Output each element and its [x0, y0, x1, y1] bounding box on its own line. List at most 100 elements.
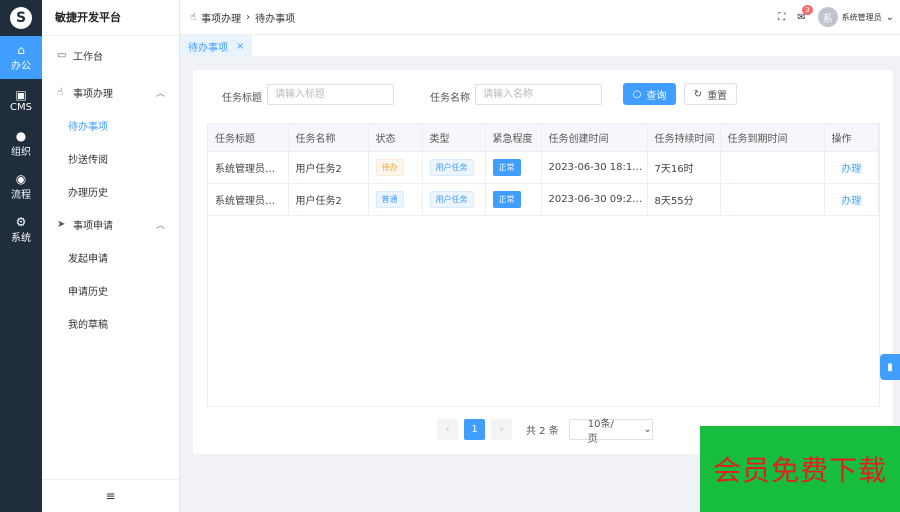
urgency-badge: 正常: [492, 190, 521, 208]
sidebar-item-apply-history[interactable]: 申请历史: [42, 274, 179, 307]
user-name[interactable]: 系统管理员: [842, 12, 882, 23]
reset-button[interactable]: ↻ 重置: [684, 83, 737, 105]
hand-icon: ☝: [190, 11, 197, 23]
sidebar-item-workbench[interactable]: ▭ 工作台: [42, 39, 179, 72]
cell-urgency: 正常: [485, 151, 542, 184]
settings-float-button[interactable]: ▮: [880, 354, 900, 380]
cell-urgency: 正常: [485, 183, 542, 216]
column-header: 任务创建时间: [541, 124, 648, 152]
handle-link[interactable]: 办理: [824, 151, 879, 184]
tab-bar: 待办事项 ×: [180, 35, 900, 57]
name-label: 任务名称: [430, 93, 470, 104]
avatar[interactable]: 系: [817, 7, 838, 27]
cell-name: 用户任务2: [288, 183, 369, 216]
send-icon: ➤: [57, 219, 66, 230]
monitor-icon: ▭: [57, 50, 67, 61]
app-rail: S ⌂ 办公 ▣ CMS ● 组织 ◉ 流程 ⚙ 系统: [0, 0, 42, 512]
task-table: 任务标题 任务名称 状态 类型 紧急程度 任务创建时间 任务持续时间 任务到期时…: [207, 123, 880, 407]
hand-icon: ☝: [57, 87, 64, 98]
app-logo[interactable]: S: [0, 0, 42, 36]
cell-due: [720, 183, 825, 216]
breadcrumb: ☝ 事项办理 › 待办事项: [190, 10, 295, 25]
chevron-down-icon: ⌄: [643, 424, 652, 435]
sidebar-item-drafts[interactable]: 我的草稿: [42, 307, 179, 340]
table-header: 任务标题 任务名称 状态 类型 紧急程度 任务创建时间 任务持续时间 任务到期时…: [208, 124, 879, 152]
pagination: ‹ 1 › 共 2 条 10条/页 ⌄: [437, 419, 653, 445]
rail-item-office[interactable]: ⌂ 办公: [0, 36, 42, 79]
sidebar-group-apply[interactable]: ➤ 事项申请 ︿: [42, 208, 179, 241]
cell-type: 用户任务: [422, 151, 486, 184]
cell-name: 用户任务2: [288, 151, 369, 184]
column-header: 任务持续时间: [647, 124, 721, 152]
close-icon[interactable]: ×: [236, 41, 244, 52]
chevron-down-icon[interactable]: ⌄: [886, 12, 894, 23]
column-header: 状态: [368, 124, 423, 152]
search-icon: ○: [632, 88, 642, 100]
rail-item-system[interactable]: ⚙ 系统: [0, 208, 42, 251]
sidebar: 敏捷开发平台 ▭ 工作台 ☝ 事项办理 ︿ 待办事项 抄送传阅 办理历史 ➤ 事项申请 ︿…: [42, 0, 180, 512]
rail-item-org[interactable]: ● 组织: [0, 122, 42, 165]
cell-type: 用户任务: [422, 183, 486, 216]
column-header: 操作: [824, 124, 879, 152]
sidebar-item-cc[interactable]: 抄送传阅: [42, 142, 179, 175]
cell-title: 系统管理员…: [208, 151, 289, 184]
status-badge: 待办: [375, 158, 404, 176]
notification-badge: 3: [802, 4, 813, 15]
cell-created: 2023-06-30 09:22:19: [541, 183, 648, 216]
type-badge: 用户任务: [429, 158, 474, 176]
gear-icon: ⚙: [15, 215, 27, 229]
page-number[interactable]: 1: [464, 419, 485, 440]
sidebar-item-todo[interactable]: 待办事项: [42, 109, 179, 142]
status-badge: 普通: [375, 190, 404, 208]
breadcrumb-item[interactable]: 事项办理: [201, 10, 241, 25]
name-input[interactable]: [475, 84, 602, 105]
rail-item-flow[interactable]: ◉ 流程: [0, 165, 42, 208]
refresh-icon: ↻: [693, 88, 703, 100]
message-button[interactable]: ✉ 3: [797, 4, 813, 23]
page-size-select[interactable]: 10条/页 ⌄: [568, 419, 653, 445]
cms-icon: ▣: [15, 88, 27, 102]
chevron-up-icon: ︿: [155, 221, 165, 231]
cell-status: 待办: [368, 151, 423, 184]
cell-status: 普通: [368, 183, 423, 216]
main-card: 任务标题 任务名称 ○查询 ↻重置 任务标题 任务名称 状态 类型 紧急程度 任…: [193, 70, 893, 454]
sidebar-item-history[interactable]: 办理历史: [42, 175, 179, 208]
table-row: 系统管理员… 用户任务2 待办 用户任务 正常 2023-06-30 18:17…: [208, 151, 879, 184]
urgency-badge: 正常: [492, 158, 521, 176]
next-page-button[interactable]: ›: [491, 419, 512, 440]
promo-banner: 会员免费下载: [700, 426, 900, 512]
handle-link[interactable]: 办理: [824, 183, 879, 216]
type-badge: 用户任务: [429, 190, 474, 208]
total-count: 共 2 条: [526, 426, 559, 437]
table-row: 系统管理员… 用户任务2 普通 用户任务 正常 2023-06-30 09:22…: [208, 183, 879, 216]
sidebar-group-handle[interactable]: ☝ 事项办理 ︿: [42, 76, 179, 109]
column-header: 紧急程度: [485, 124, 542, 152]
home-icon: ⌂: [17, 43, 25, 57]
cell-due: [720, 151, 825, 184]
top-header: ☝ 事项办理 › 待办事项 ⛶ ✉ 3 系 系统管理员 ⌄: [180, 0, 900, 35]
user-icon: ●: [15, 129, 27, 143]
fullscreen-icon[interactable]: ⛶: [778, 12, 785, 23]
column-header: 任务到期时间: [720, 124, 825, 152]
cell-created: 2023-06-30 18:17:16: [541, 151, 648, 184]
chevron-right-icon: ›: [246, 11, 251, 23]
cell-title: 系统管理员…: [208, 183, 289, 216]
title-label: 任务标题: [222, 93, 262, 104]
column-header: 任务名称: [288, 124, 369, 152]
chevron-up-icon: ︿: [155, 89, 165, 99]
cell-duration: 7天16时: [647, 151, 721, 184]
title-input[interactable]: [267, 84, 394, 105]
brand-title: 敏捷开发平台: [42, 0, 179, 36]
column-header: 类型: [422, 124, 486, 152]
tab-todo[interactable]: 待办事项 ×: [180, 35, 253, 57]
column-header: 任务标题: [208, 124, 289, 152]
flow-icon: ◉: [15, 172, 27, 186]
query-button[interactable]: ○ 查询: [623, 83, 676, 105]
prev-page-button[interactable]: ‹: [437, 419, 458, 440]
menu-collapse-icon[interactable]: ≡: [42, 479, 179, 512]
brush-icon: ▮: [887, 361, 893, 373]
cell-duration: 8天55分: [647, 183, 721, 216]
sidebar-item-start[interactable]: 发起申请: [42, 241, 179, 274]
rail-item-cms[interactable]: ▣ CMS: [0, 79, 42, 122]
breadcrumb-item: 待办事项: [255, 13, 296, 25]
